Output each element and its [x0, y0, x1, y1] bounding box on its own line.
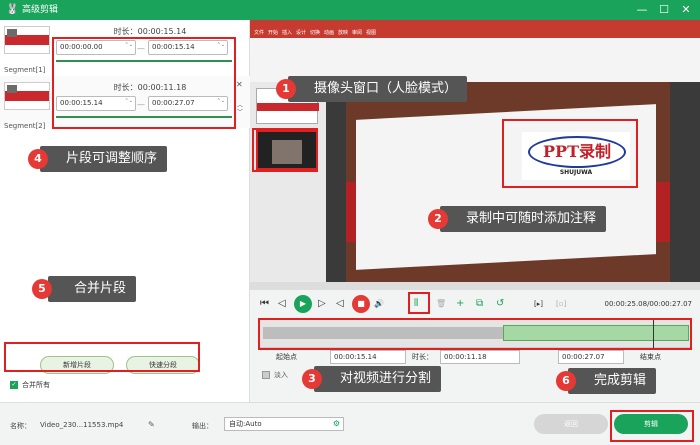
add-icon[interactable]: +	[456, 297, 464, 311]
badge-1: 1	[276, 79, 296, 99]
callout-4: 片段可调整顺序	[40, 146, 168, 172]
next-icon[interactable]: ◁	[336, 297, 344, 311]
stop-icon[interactable]: ■	[352, 295, 370, 313]
slide-thumbnail-panel	[250, 82, 326, 282]
ppt-ribbon: 文件 开始 插入 设计 切换 动画 放映 审阅 视图	[250, 20, 700, 82]
window-title: 高级剪辑	[22, 5, 59, 15]
pencil-icon[interactable]: ✎	[148, 420, 155, 429]
step-back-icon[interactable]: ◁	[278, 297, 286, 311]
merge-highlight-box	[4, 342, 200, 372]
callout-1: 摄像头窗口（人脸模式）	[288, 76, 468, 102]
fit-icon[interactable]: [▫]	[556, 297, 566, 311]
segment-duration: 时长：00:00:15.14	[113, 27, 187, 36]
player-controls: ⏮ ◁ ▶ ▷ ◁ ■ 🔊 ⫴ 🗑 + ⧉ ↺ [▸] [▫] 00:00:25…	[250, 292, 700, 316]
split-controls: 起始点 00:00:15.14 时长： 00:00:11.18 00:00:27…	[258, 350, 692, 364]
output-label: 输出：	[192, 422, 213, 430]
segment-label: Segment[1]	[4, 66, 46, 74]
badge-5: 5	[32, 279, 52, 299]
volume-icon[interactable]: 🔊	[374, 297, 384, 311]
webcam-highlight-box	[252, 128, 318, 172]
checkmark-icon[interactable]: ✓	[10, 381, 18, 389]
end-point-label[interactable]: 结束点	[640, 350, 661, 364]
callout-3: 对视频进行分割	[314, 366, 442, 392]
duration-label: 时长：	[412, 353, 433, 361]
gear-icon[interactable]: ⚙	[333, 418, 340, 430]
step-forward-icon[interactable]: ▷	[318, 297, 326, 311]
fade-in-checkbox[interactable]: 淡入	[262, 370, 288, 380]
return-button[interactable]: 返回	[534, 414, 608, 434]
maximize-icon[interactable]: ☐	[654, 2, 674, 18]
bottom-bar: 名称： Video_230...11553.mp4 ✎ 输出： 自动:Auto …	[0, 402, 700, 445]
segment-label: Segment[2]	[4, 122, 46, 130]
title-bar: 🐰 高级剪辑 — ☐ ✕	[0, 0, 700, 20]
reorder-icon[interactable]: ︿ ﹀	[237, 102, 243, 116]
name-label: 名称：	[10, 422, 31, 430]
minimize-icon[interactable]: —	[632, 2, 652, 18]
start-point-label[interactable]: 起始点	[276, 350, 297, 364]
annotation-highlight-box	[502, 119, 638, 188]
badge-6: 6	[556, 371, 576, 391]
end-point-field[interactable]: 00:00:27.07	[558, 350, 624, 364]
badge-4: 4	[28, 149, 48, 169]
output-select[interactable]: 自动:Auto ⚙	[224, 417, 344, 431]
badge-3: 3	[302, 369, 322, 389]
delete-icon[interactable]: 🗑	[436, 297, 446, 311]
split-highlight-box	[408, 292, 430, 314]
callout-6: 完成剪辑	[568, 368, 657, 394]
copy-icon[interactable]: ⧉	[476, 297, 483, 311]
merge-all-checkbox[interactable]: ✓ 合并所有	[10, 380, 50, 390]
time-display: 00:00:25.08/00:00:27.07	[604, 300, 693, 308]
close-icon[interactable]: ✕	[236, 80, 243, 89]
close-icon[interactable]: ✕	[676, 2, 696, 18]
undo-icon[interactable]: ↺	[496, 297, 504, 311]
file-name: Video_230...11553.mp4	[40, 421, 124, 429]
callout-5: 合并片段	[48, 276, 137, 302]
rabbit-icon: 🐰	[6, 4, 19, 15]
segment-thumbnail	[4, 26, 50, 54]
start-point-field[interactable]: 00:00:15.14	[330, 350, 406, 364]
timeline-highlight-box	[258, 318, 692, 350]
edit-highlight-box	[610, 410, 694, 442]
badge-2: 2	[428, 209, 448, 229]
crop-icon[interactable]: [▸]	[534, 297, 543, 311]
skip-start-icon[interactable]: ⏮	[260, 297, 269, 311]
callout-2: 录制中可随时添加注释	[440, 206, 607, 232]
segment-thumbnail	[4, 82, 50, 110]
duration-field[interactable]: 00:00:11.18	[440, 350, 520, 364]
play-icon[interactable]: ▶	[294, 295, 312, 313]
segment-highlight-box	[52, 37, 236, 129]
